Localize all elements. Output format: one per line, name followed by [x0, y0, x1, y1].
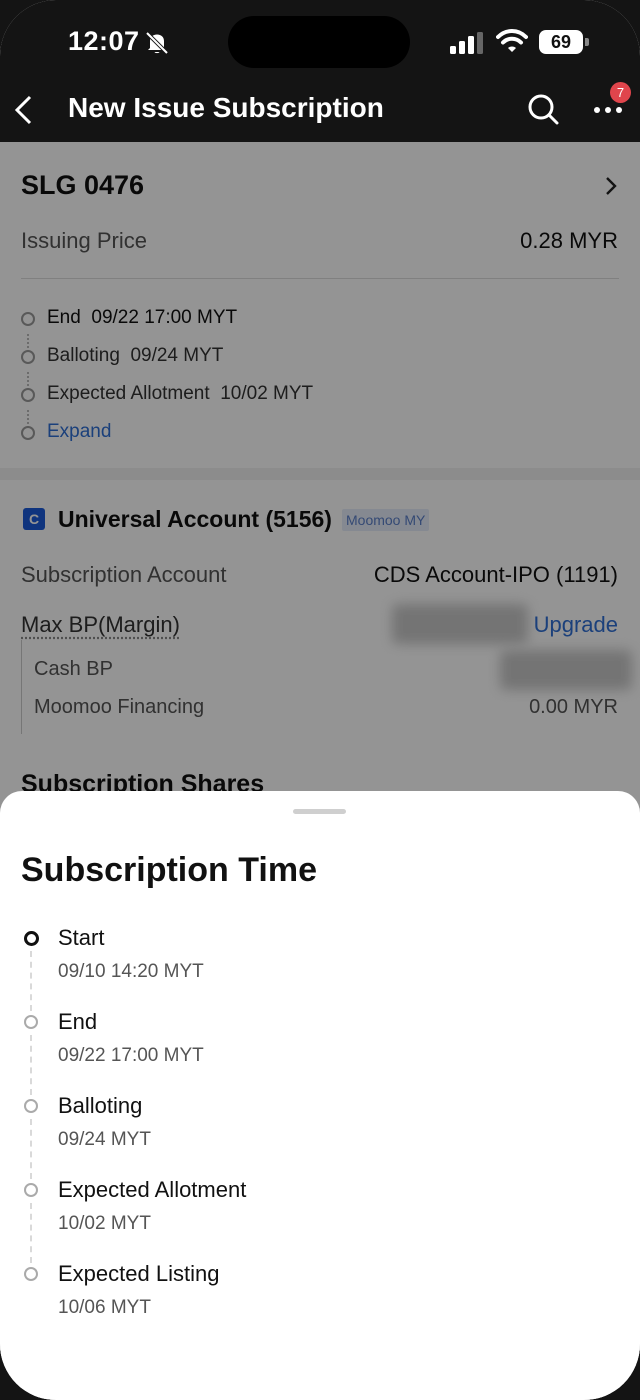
- timeline-time: 09/10 14:20 MYT: [58, 961, 204, 982]
- timeline-item-balloting: Balloting 09/24 MYT: [24, 1093, 604, 1165]
- timeline-dot: [24, 1183, 38, 1197]
- timeline-time: 10/06 MYT: [58, 1297, 151, 1318]
- notification-badge: 7: [610, 82, 631, 103]
- search-icon[interactable]: [527, 93, 559, 125]
- sheet-title: Subscription Time: [21, 851, 317, 889]
- battery-tip: [585, 38, 589, 46]
- timeline-title: Balloting: [58, 1093, 143, 1118]
- sheet-drag-handle[interactable]: [293, 809, 346, 814]
- timeline-item-end: End 09/22 17:00 MYT: [24, 1009, 604, 1081]
- timeline-item-start: Start 09/10 14:20 MYT: [24, 925, 604, 997]
- status-time: 12:07: [68, 26, 140, 56]
- timeline-dot: [24, 1015, 38, 1029]
- timeline-title: Expected Allotment: [58, 1177, 247, 1202]
- phone-screen: SLG 0476 Issuing Price 0.28 MYR End 09/2…: [0, 0, 640, 1400]
- wifi-icon: [496, 29, 528, 52]
- timeline-title: Start: [58, 925, 105, 950]
- top-bar: 12:07 69 New Issue Subscription 7: [0, 0, 640, 142]
- signal-icon: [450, 32, 483, 54]
- page-title: New Issue Subscription: [68, 92, 384, 123]
- battery-level: 69: [539, 30, 583, 54]
- timeline-time: 09/22 17:00 MYT: [58, 1045, 204, 1066]
- subscription-time-sheet: Subscription Time Start 09/10 14:20 MYT …: [0, 791, 640, 1400]
- back-arrow-icon[interactable]: [12, 94, 36, 126]
- timeline-dot: [24, 1099, 38, 1113]
- timeline-item-allotment: Expected Allotment 10/02 MYT: [24, 1177, 604, 1249]
- timeline-dot: [24, 1267, 38, 1281]
- timeline-title: End: [58, 1009, 98, 1034]
- timeline-dot-active: [24, 931, 39, 946]
- dynamic-island: [228, 16, 410, 68]
- timeline-title: Expected Listing: [58, 1261, 220, 1286]
- timeline-time: 10/02 MYT: [58, 1213, 151, 1234]
- battery-indicator: 69: [539, 30, 589, 54]
- timeline-item-listing: Expected Listing 10/06 MYT: [24, 1261, 604, 1333]
- timeline-time: 09/24 MYT: [58, 1129, 151, 1150]
- bell-muted-icon: [145, 31, 169, 55]
